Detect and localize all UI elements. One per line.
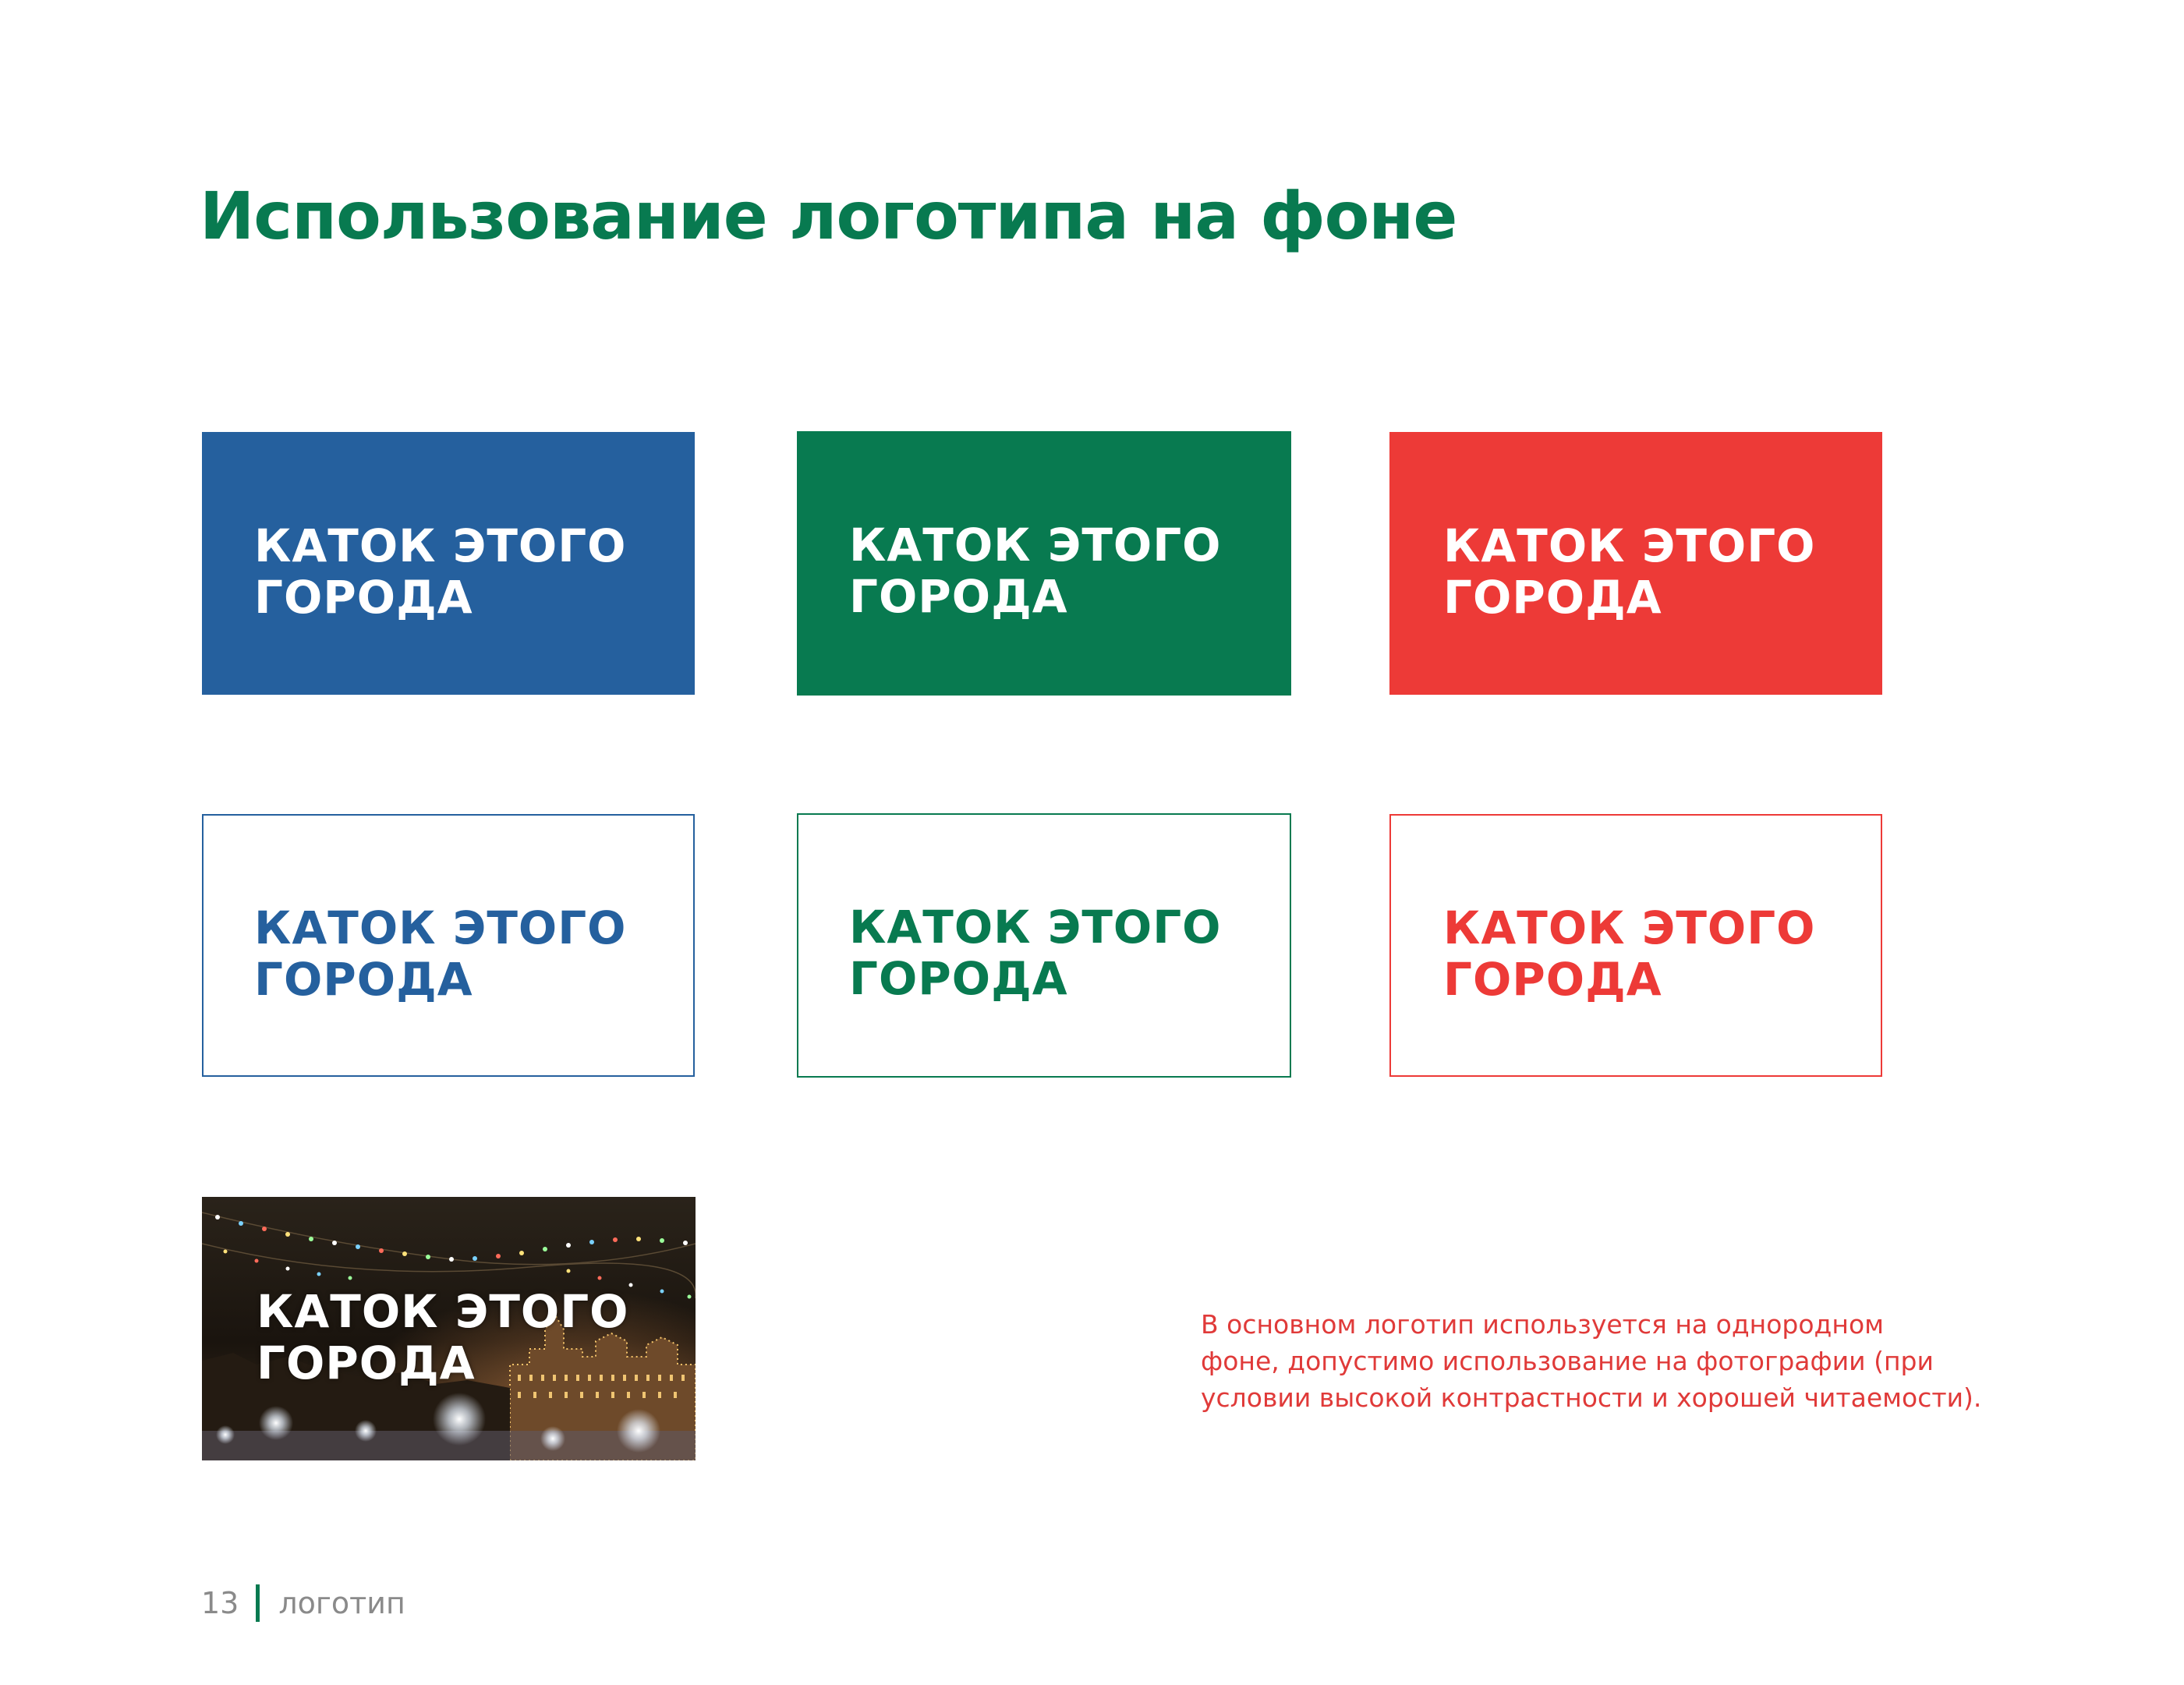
usage-note-line-2: фоне, допустимо использование на фотогра… (1201, 1346, 1934, 1376)
usage-note-line-3: условии высокой контрастности и хорошей … (1201, 1382, 1982, 1413)
logo-green-on-white-card: КАТОК ЭТОГО ГОРОДА (797, 813, 1291, 1078)
logo-line-2: ГОРОДА (1443, 953, 1662, 1006)
footer-divider (256, 1584, 260, 1622)
logo-text: КАТОК ЭТОГО ГОРОДА (1443, 520, 1815, 623)
logo-red-on-white-card: КАТОК ЭТОГО ГОРОДА (1389, 814, 1882, 1077)
logo-line-1: КАТОК ЭТОГО (849, 519, 1222, 572)
logo-text: КАТОК ЭТОГО ГОРОДА (254, 902, 626, 1005)
logo-line-2: ГОРОДА (849, 952, 1068, 1005)
page-footer: 13 логотип (201, 1583, 405, 1623)
logo-text: КАТОК ЭТОГО ГОРОДА (1443, 902, 1815, 1005)
logo-on-blue-card: КАТОК ЭТОГО ГОРОДА (202, 432, 695, 695)
logo-blue-on-white-card: КАТОК ЭТОГО ГОРОДА (202, 814, 695, 1077)
logo-on-green-card: КАТОК ЭТОГО ГОРОДА (797, 431, 1291, 696)
logo-line-1: КАТОК ЭТОГО (254, 519, 627, 572)
page-number: 13 (201, 1586, 239, 1620)
page-title: Использование логотипа на фоне (200, 178, 1457, 254)
logo-line-1: КАТОК ЭТОГО (257, 1285, 629, 1338)
logo-line-2: ГОРОДА (254, 571, 473, 624)
logo-text: КАТОК ЭТОГО ГОРОДА (849, 519, 1221, 622)
logo-line-2: ГОРОДА (1443, 571, 1662, 624)
logo-line-1: КАТОК ЭТОГО (254, 901, 627, 954)
logo-text: КАТОК ЭТОГО ГОРОДА (257, 1286, 628, 1389)
logo-on-red-card: КАТОК ЭТОГО ГОРОДА (1389, 432, 1882, 695)
logo-line-1: КАТОК ЭТОГО (1443, 901, 1816, 954)
logo-text: КАТОК ЭТОГО ГОРОДА (254, 520, 626, 623)
logo-line-1: КАТОК ЭТОГО (1443, 519, 1816, 572)
logo-line-2: ГОРОДА (254, 953, 473, 1006)
logo-text: КАТОК ЭТОГО ГОРОДА (849, 901, 1221, 1004)
logo-line-2: ГОРОДА (257, 1336, 476, 1389)
logo-line-1: КАТОК ЭТОГО (849, 901, 1222, 954)
usage-note: В основном логотип используется на однор… (1201, 1306, 2058, 1416)
usage-note-line-1: В основном логотип используется на однор… (1201, 1309, 1885, 1340)
section-name: логотип (278, 1586, 405, 1620)
logo-on-photo-card: КАТОК ЭТОГО ГОРОДА (202, 1197, 696, 1460)
logo-line-2: ГОРОДА (849, 570, 1068, 623)
